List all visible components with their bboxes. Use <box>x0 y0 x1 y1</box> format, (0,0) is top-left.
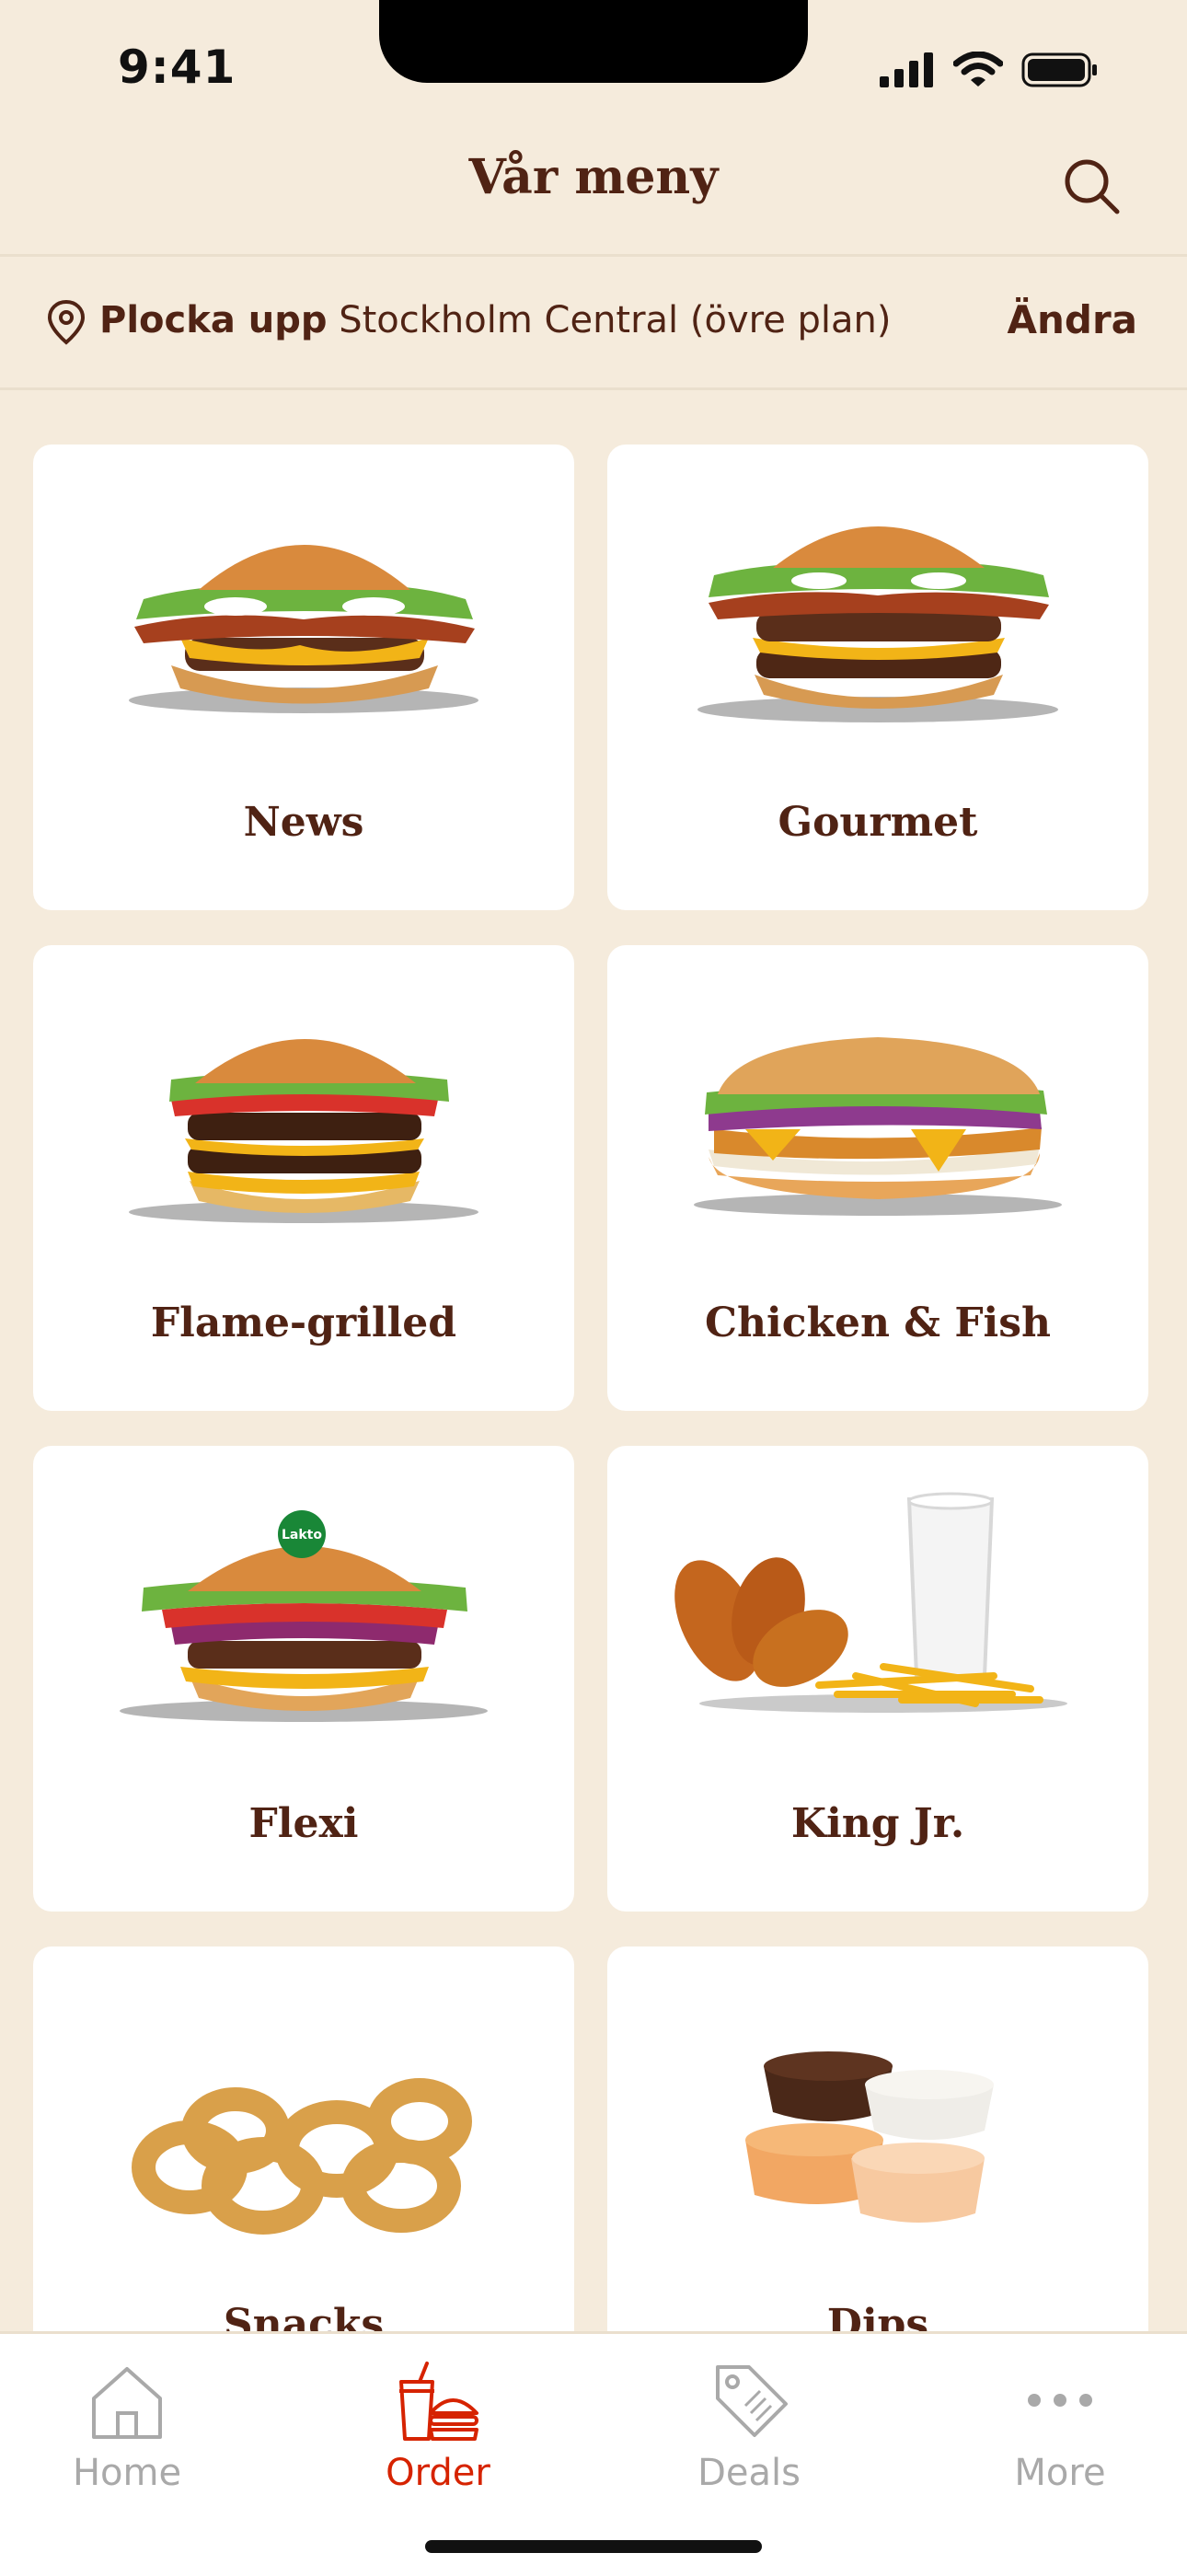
nav-label: Order <box>386 2452 490 2494</box>
pickup-location-bar: Plocka upp Stockholm Central (övre plan)… <box>0 257 1187 390</box>
search-icon <box>1065 159 1120 214</box>
category-card-snacks[interactable]: Snacks <box>33 1946 574 2331</box>
category-card-chicken-fish[interactable]: Chicken & Fish <box>607 945 1148 1411</box>
status-bar: 9:41 <box>0 0 1187 129</box>
category-card-news[interactable]: News <box>33 445 574 910</box>
nav-item-home[interactable]: Home <box>17 2360 237 2494</box>
category-label: King Jr. <box>790 1800 965 1847</box>
nav-label: More <box>1014 2452 1106 2494</box>
burger-double-cheese-icon <box>129 1039 478 1223</box>
camera-notch <box>379 0 808 83</box>
kids-meal-icon <box>674 1492 1067 1713</box>
menu-category-grid: News Gourmet Flame-grilled Chicken & Fis… <box>33 445 1148 2331</box>
chicken-sub-icon <box>694 1037 1062 1216</box>
category-label: Chicken & Fish <box>704 1300 1052 1346</box>
home-icon <box>92 2367 162 2439</box>
pickup-label: Plocka upp <box>99 299 328 341</box>
pickup-location: Stockholm Central (övre plan) <box>339 299 892 341</box>
location-pin-icon <box>47 299 86 345</box>
home-indicator[interactable] <box>425 2540 762 2553</box>
deals-tag-icon <box>716 2365 788 2437</box>
category-card-flexi[interactable]: Lakto Flexi <box>33 1446 574 1912</box>
status-time: 9:41 <box>118 40 236 94</box>
category-label: Gourmet <box>778 799 978 846</box>
nav-item-deals[interactable]: Deals <box>639 2360 859 2494</box>
category-label: Dips <box>826 2301 929 2331</box>
search-button[interactable] <box>1054 149 1128 223</box>
category-card-dips[interactable]: Dips <box>607 1946 1148 2331</box>
category-label: Snacks <box>223 2301 385 2331</box>
category-label: Flexi <box>248 1800 359 1847</box>
onion-rings-icon <box>132 2078 472 2235</box>
category-card-king-jr[interactable]: King Jr. <box>607 1446 1148 1912</box>
nav-item-more[interactable]: More <box>950 2360 1170 2494</box>
battery-icon <box>1021 52 1097 87</box>
pickup-text: Plocka upp Stockholm Central (övre plan) <box>99 299 892 341</box>
lakto-badge: Lakto <box>278 1510 326 1558</box>
category-card-gourmet[interactable]: Gourmet <box>607 445 1148 910</box>
wifi-icon <box>953 52 1003 87</box>
change-location-button[interactable]: Ändra <box>1007 297 1137 342</box>
status-icons <box>880 52 1099 88</box>
category-label: News <box>243 799 364 846</box>
nav-item-order[interactable]: Order <box>328 2360 548 2494</box>
nav-label: Home <box>72 2452 182 2494</box>
dip-cups-icon <box>745 2051 994 2223</box>
more-dots-icon <box>1028 2394 1092 2407</box>
page-title: Vår meny <box>468 149 719 205</box>
order-icon <box>399 2362 478 2441</box>
burger-bacon-icon <box>129 545 478 713</box>
category-card-flame-grilled[interactable]: Flame-grilled <box>33 945 574 1411</box>
category-label: Flame-grilled <box>150 1300 457 1346</box>
lakto-badge-label: Lakto <box>282 1528 322 1542</box>
page-header: Vår meny <box>0 129 1187 257</box>
burger-double-bacon-icon <box>697 526 1058 722</box>
nav-label: Deals <box>697 2452 801 2494</box>
cellular-signal-icon <box>880 52 933 87</box>
